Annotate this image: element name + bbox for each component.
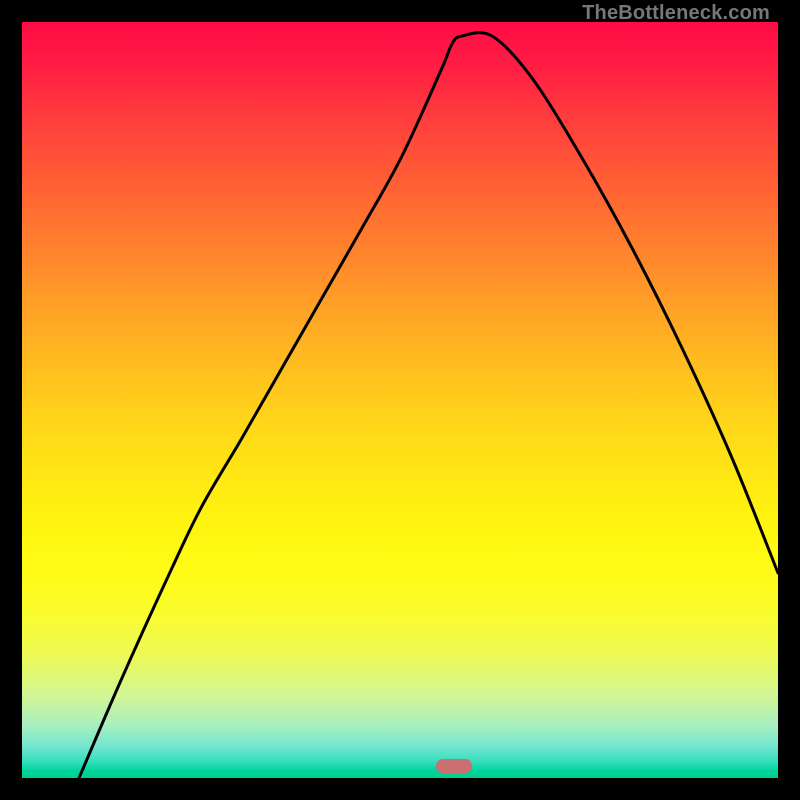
bottleneck-curve (22, 22, 778, 778)
chart-frame: TheBottleneck.com (0, 0, 800, 800)
plot-area (22, 22, 778, 778)
watermark-text: TheBottleneck.com (582, 2, 770, 25)
curve-path (79, 33, 778, 778)
